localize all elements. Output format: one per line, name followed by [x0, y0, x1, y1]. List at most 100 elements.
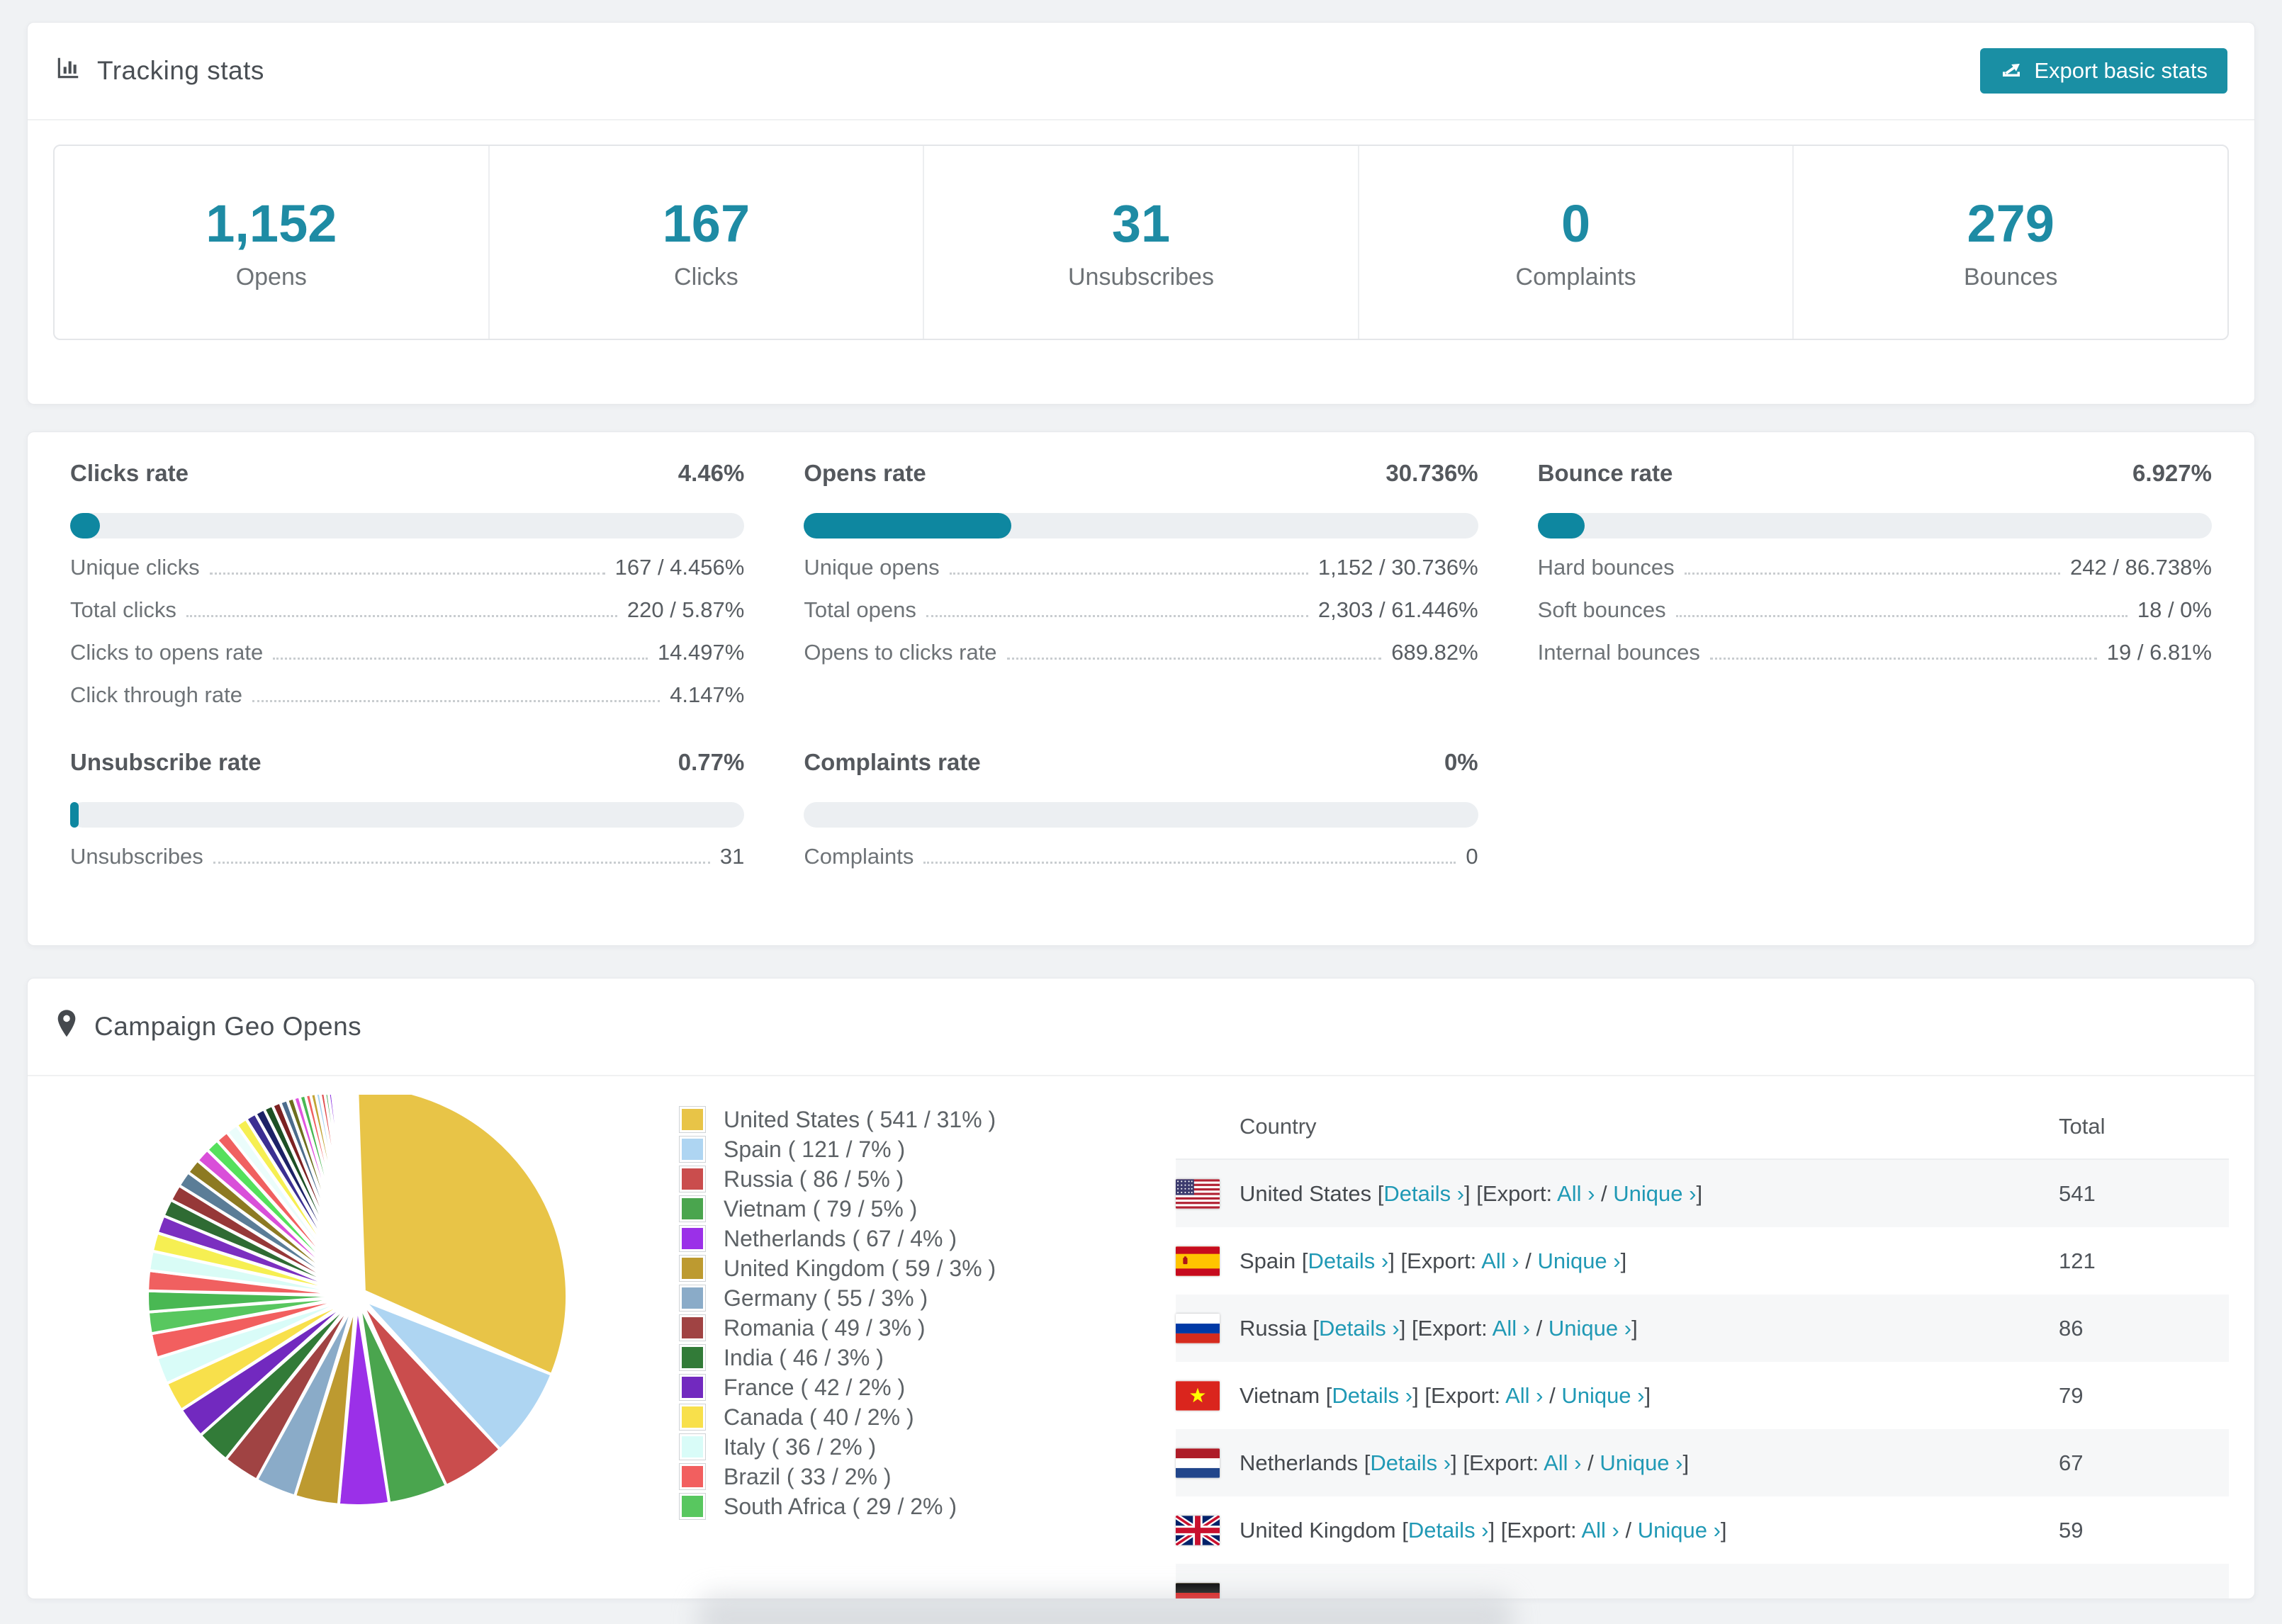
text-fragment: ] [1399, 1315, 1412, 1341]
rate-metric-value: 18 / 0% [2137, 597, 2212, 622]
legend-item-romania[interactable]: Romania ( 49 / 3% ) [679, 1313, 1176, 1343]
text-fragment: Netherlands [1240, 1450, 1364, 1475]
text-fragment: ] [1388, 1248, 1401, 1273]
text-fragment: [Export: [1400, 1248, 1482, 1273]
details-link-vietnam[interactable]: Details › [1332, 1383, 1412, 1408]
rate-metric-value: 220 / 5.87% [626, 597, 745, 622]
country-cell: Netherlands [Details ›] [Export: All › /… [1176, 1448, 2059, 1478]
text-fragment: [ [1301, 1248, 1308, 1273]
export-all-link-united-kingdom[interactable]: All › [1581, 1518, 1619, 1543]
rate-metric-label: Unique clicks [70, 555, 200, 580]
rate-progress-track [70, 802, 745, 828]
text-fragment: ] [1412, 1382, 1425, 1408]
text-fragment: [Export: [1500, 1517, 1582, 1543]
details-link-netherlands[interactable]: Details › [1370, 1450, 1451, 1475]
export-all-link-united-states[interactable]: All › [1557, 1181, 1595, 1206]
legend-swatch-russia [679, 1166, 706, 1192]
total-column-header: Total [2059, 1114, 2106, 1139]
export-unique-link-netherlands[interactable]: Unique › [1600, 1450, 1682, 1475]
text-fragment: / [1519, 1248, 1538, 1273]
stats-summary-row: 1,152 Opens 167 Clicks 31 Unsubscribes 0 Compla… [53, 145, 2229, 340]
legend-label: Spain ( 121 / 7% ) [724, 1136, 906, 1162]
export-all-link-vietnam[interactable]: All › [1505, 1383, 1543, 1408]
legend-label: United States ( 541 / 31% ) [724, 1106, 996, 1132]
rate-title: Bounce rate [1537, 460, 1673, 486]
export-icon [2000, 57, 2023, 85]
text-fragment: ] [1696, 1180, 1703, 1206]
legend-item-vietnam[interactable]: Vietnam ( 79 / 5% ) [679, 1194, 1176, 1224]
rate-metric-value: 31 [719, 844, 745, 869]
text-fragment: ] [1464, 1180, 1477, 1206]
rate-metric-label: Soft bounces [1537, 597, 1666, 622]
legend-label: Netherlands ( 67 / 4% ) [724, 1225, 957, 1251]
legend-item-netherlands[interactable]: Netherlands ( 67 / 4% ) [679, 1224, 1176, 1253]
export-unique-link-united-kingdom[interactable]: Unique › [1638, 1518, 1721, 1543]
details-link-russia[interactable]: Details › [1319, 1316, 1400, 1341]
geo-country-table: Country Total United States [Details ›] … [1176, 1095, 2229, 1598]
legend-item-india[interactable]: India ( 46 / 3% ) [679, 1343, 1176, 1372]
export-all-link-russia[interactable]: All › [1493, 1316, 1530, 1341]
rate-metric-row-total-opens: Total opens 2,303 / 61.446% [804, 597, 1478, 624]
dotted-leader [1684, 573, 2061, 575]
campaign-geo-opens-header: Campaign Geo Opens [28, 979, 2254, 1076]
page-bottom-shadow [698, 1594, 1513, 1624]
rate-head-complaints-rate: Complaints rate 0% [804, 747, 1478, 778]
export-unique-link-united-states[interactable]: Unique › [1613, 1181, 1696, 1206]
legend-swatch-italy [679, 1433, 706, 1460]
legend-item-russia[interactable]: Russia ( 86 / 5% ) [679, 1164, 1176, 1194]
legend-item-italy[interactable]: Italy ( 36 / 2% ) [679, 1432, 1176, 1462]
country-cell: Russia [Details ›] [Export: All › / Uniq… [1176, 1313, 2059, 1343]
rate-head-opens-rate: Opens rate 30.736% [804, 458, 1478, 489]
legend-item-germany[interactable]: Germany ( 55 / 3% ) [679, 1283, 1176, 1313]
rates-grid: Clicks rate 4.46% Unique clicks 167 / 4.456… [28, 432, 2254, 870]
rate-block-complaints-rate: Complaints rate 0% Complaints 0 [804, 747, 1478, 870]
legend-swatch-united-kingdom [679, 1255, 706, 1282]
details-link-united-kingdom[interactable]: Details › [1408, 1518, 1489, 1543]
geo-table-row-spain: Spain [Details ›] [Export: All › / Uniqu… [1176, 1227, 2229, 1295]
dotted-leader [1006, 658, 1382, 660]
legend-item-south-africa[interactable]: South Africa ( 29 / 2% ) [679, 1492, 1176, 1521]
export-basic-stats-button[interactable]: Export basic stats [1980, 48, 2227, 94]
dotted-leader [926, 615, 1308, 617]
export-all-link-spain[interactable]: All › [1481, 1248, 1519, 1273]
export-unique-link-vietnam[interactable]: Unique › [1561, 1383, 1644, 1408]
rate-metric-label: Unsubscribes [70, 844, 203, 869]
stat-label-bounces: Bounces [1964, 264, 2058, 291]
rate-metric-row-hard-bounces: Hard bounces 242 / 86.738% [1538, 554, 2212, 581]
country-column-header: Country [1240, 1114, 1317, 1139]
rate-metric-label: Complaints [804, 844, 914, 869]
rate-metric-label: Opens to clicks rate [804, 640, 997, 665]
legend-item-canada[interactable]: Canada ( 40 / 2% ) [679, 1402, 1176, 1432]
legend-swatch-canada [679, 1404, 706, 1431]
stat-value-opens: 1,152 [206, 194, 337, 253]
details-link-united-states[interactable]: Details › [1383, 1181, 1464, 1206]
rate-metric-value: 14.497% [657, 640, 745, 665]
legend-swatch-vietnam [679, 1195, 706, 1222]
details-link-spain[interactable]: Details › [1308, 1248, 1389, 1273]
export-unique-link-spain[interactable]: Unique › [1537, 1248, 1620, 1273]
dotted-leader [1675, 615, 2128, 617]
legend-item-united-kingdom[interactable]: United Kingdom ( 59 / 3% ) [679, 1253, 1176, 1283]
text-fragment: Russia [1240, 1315, 1313, 1341]
legend-item-spain[interactable]: Spain ( 121 / 7% ) [679, 1134, 1176, 1164]
rate-metric-label: Click through rate [70, 682, 242, 707]
tracking-stats-card: Tracking stats Export basic stats 1,152 O… [27, 22, 2255, 405]
dotted-leader [186, 615, 617, 617]
legend-item-france[interactable]: France ( 42 / 2% ) [679, 1372, 1176, 1402]
legend-label: United Kingdom ( 59 / 3% ) [724, 1255, 996, 1281]
stat-value-unsubscribes: 31 [1111, 194, 1171, 253]
dotted-leader [252, 700, 661, 702]
export-all-link-netherlands[interactable]: All › [1544, 1450, 1581, 1475]
export-unique-link-russia[interactable]: Unique › [1548, 1316, 1631, 1341]
rate-head-unsubscribe-rate: Unsubscribe rate 0.77% [70, 747, 744, 778]
legend-item-brazil[interactable]: Brazil ( 33 / 2% ) [679, 1462, 1176, 1492]
stat-value-complaints: 0 [1561, 194, 1591, 253]
bar-chart-icon [55, 55, 82, 88]
legend-label: Vietnam ( 79 / 5% ) [724, 1195, 918, 1222]
stat-cell-unsubscribes: 31 Unsubscribes [924, 146, 1359, 339]
text-fragment: [Export: [1411, 1315, 1493, 1341]
pie-slice-other-46[interactable] [355, 1105, 359, 1147]
legend-item-united-states[interactable]: United States ( 541 / 31% ) [679, 1105, 1176, 1134]
rate-metric-row-clicks-to-opens-rate: Clicks to opens rate 14.497% [70, 639, 744, 666]
legend-swatch-spain [679, 1136, 706, 1163]
